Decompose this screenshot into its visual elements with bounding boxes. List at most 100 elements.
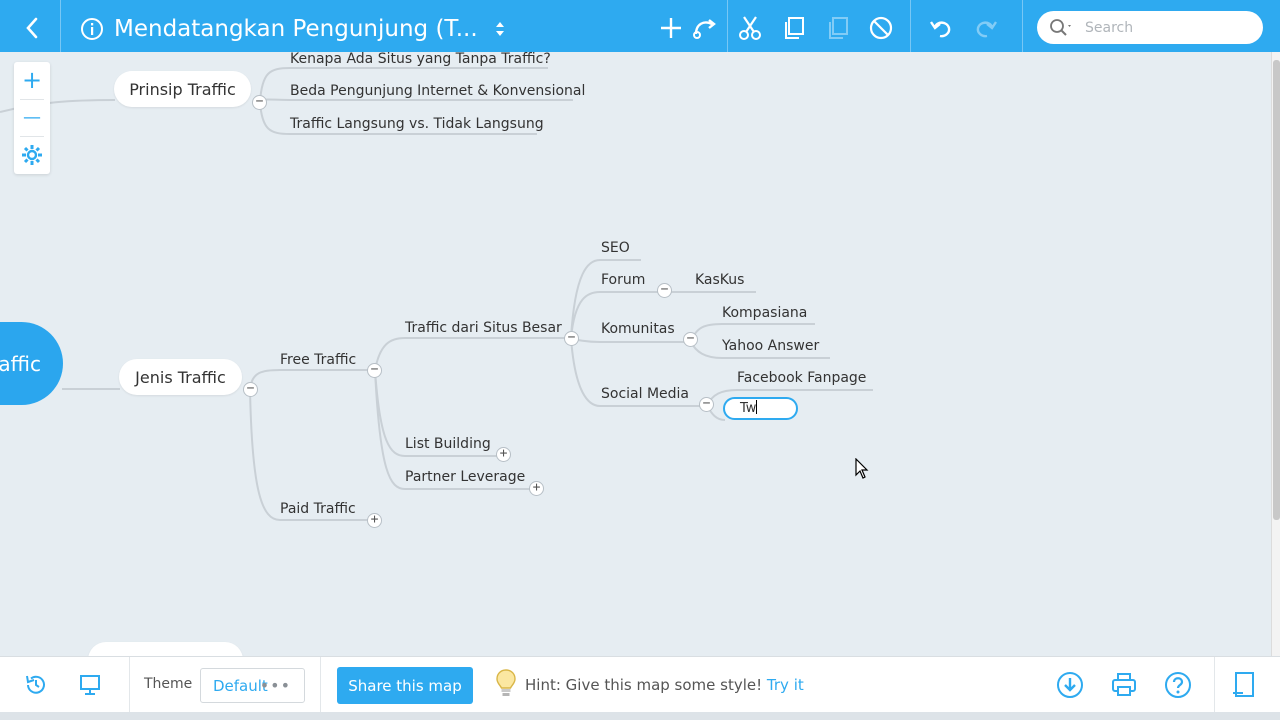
search-icon[interactable] xyxy=(1049,18,1075,38)
panel-icon xyxy=(1233,672,1254,697)
node-beda-pengunjung[interactable]: Beda Pengunjung Internet & Konvensional xyxy=(290,83,585,99)
node-kenapa-ada-situs[interactable]: Kenapa Ada Situs yang Tanpa Traffic? xyxy=(290,52,551,67)
scrollbar-thumb[interactable] xyxy=(1273,60,1280,520)
theme-more-icon[interactable]: ••• xyxy=(260,676,291,695)
add-icon xyxy=(661,18,681,38)
node-edit-text: Tw xyxy=(740,401,757,416)
theme-select[interactable]: Default ••• xyxy=(200,668,305,703)
connect-button[interactable] xyxy=(689,6,721,50)
zoom-out-label: — xyxy=(23,106,41,128)
node-seo[interactable]: SEO xyxy=(601,240,630,256)
hint-try-link[interactable]: Try it xyxy=(767,676,804,694)
node-yahoo-answer[interactable]: Yahoo Answer xyxy=(722,338,819,354)
share-label: Share this map xyxy=(348,676,462,695)
text-caret xyxy=(756,400,758,414)
collapse-toggle[interactable]: − xyxy=(657,283,672,298)
delete-button[interactable] xyxy=(865,6,897,50)
side-panel-button[interactable] xyxy=(1228,669,1260,701)
download-button[interactable] xyxy=(1054,669,1086,701)
toolbar-divider xyxy=(60,0,61,52)
node-jenis-traffic[interactable]: Jenis Traffic xyxy=(119,359,242,395)
node-komunitas[interactable]: Komunitas xyxy=(601,321,675,337)
node-partner-leverage[interactable]: Partner Leverage xyxy=(405,469,525,485)
cut-icon xyxy=(739,16,761,40)
collapse-toggle[interactable]: − xyxy=(367,363,382,378)
print-icon xyxy=(1112,673,1136,696)
os-taskbar xyxy=(0,712,1280,720)
info-icon[interactable] xyxy=(80,17,104,41)
cut-button[interactable] xyxy=(734,6,766,50)
history-icon xyxy=(26,675,45,694)
copy-icon xyxy=(785,17,804,39)
search-input[interactable] xyxy=(1085,19,1245,36)
collapse-toggle[interactable]: − xyxy=(683,332,698,347)
presentation-button[interactable] xyxy=(74,669,106,701)
node-facebook-fanpage[interactable]: Facebook Fanpage xyxy=(737,370,866,386)
expand-toggle[interactable]: + xyxy=(496,447,511,462)
lightbulb-icon xyxy=(496,669,516,696)
node-traffic-langsung[interactable]: Traffic Langsung vs. Tidak Langsung xyxy=(290,116,544,132)
node-free-traffic[interactable]: Free Traffic xyxy=(280,352,356,368)
gear-icon xyxy=(22,145,42,165)
node-list-building[interactable]: List Building xyxy=(405,436,491,452)
node-label: Prinsip Traffic xyxy=(129,79,236,99)
search-box[interactable] xyxy=(1037,11,1263,44)
node-prinsip-traffic[interactable]: Prinsip Traffic xyxy=(114,71,251,107)
paste-button[interactable] xyxy=(822,6,854,50)
add-node-button[interactable] xyxy=(655,6,687,50)
node-kompasiana[interactable]: Kompasiana xyxy=(722,305,807,321)
map-title[interactable]: Mendatangkan Pengunjung (T... xyxy=(114,16,478,42)
collapse-toggle[interactable]: − xyxy=(564,331,579,346)
zoom-in-label: + xyxy=(21,66,43,94)
back-button[interactable] xyxy=(12,6,52,50)
node-edit-input[interactable]: Tw xyxy=(723,397,798,420)
top-toolbar: Mendatangkan Pengunjung (T... xyxy=(0,0,1280,58)
expand-toggle[interactable]: + xyxy=(529,481,544,496)
connector-lines xyxy=(0,67,873,521)
paste-icon xyxy=(829,17,848,39)
mindmap-canvas[interactable]: + — affic Prinsip Traffic − Kenapa Ada S… xyxy=(0,52,1280,656)
undo-button[interactable] xyxy=(925,6,957,50)
sort-updown-icon[interactable] xyxy=(494,19,506,39)
history-button[interactable] xyxy=(20,669,52,701)
help-icon xyxy=(1165,672,1191,698)
zoom-out-button[interactable]: — xyxy=(14,99,50,135)
toolbar-divider xyxy=(910,0,911,52)
help-button[interactable] xyxy=(1162,669,1194,701)
redo-button[interactable] xyxy=(970,6,1002,50)
node-social-media[interactable]: Social Media xyxy=(601,386,689,402)
redo-icon xyxy=(976,21,997,38)
download-icon xyxy=(1057,672,1083,698)
footer-divider xyxy=(1214,657,1215,713)
zoom-in-button[interactable]: + xyxy=(14,62,50,98)
collapse-toggle[interactable]: − xyxy=(252,95,267,110)
node-offscreen[interactable] xyxy=(88,642,243,656)
delete-icon xyxy=(869,16,893,40)
node-forum[interactable]: Forum xyxy=(601,272,645,288)
toolbar-divider xyxy=(727,0,728,52)
collapse-toggle[interactable]: − xyxy=(699,397,714,412)
map-title-area[interactable]: Mendatangkan Pengunjung (T... xyxy=(80,10,506,48)
chevron-left-icon xyxy=(26,17,38,39)
expand-toggle[interactable]: + xyxy=(367,513,382,528)
node-traffic-situs-besar[interactable]: Traffic dari Situs Besar xyxy=(405,320,562,336)
hint-message: Hint: Give this map some style! xyxy=(525,676,763,694)
footer-divider xyxy=(320,657,321,713)
zoom-controls: + — xyxy=(14,62,50,174)
map-settings-button[interactable] xyxy=(14,137,50,173)
vertical-scrollbar[interactable] xyxy=(1271,52,1280,656)
footer-divider xyxy=(129,657,130,713)
toolbar-divider xyxy=(1022,0,1023,52)
presentation-icon xyxy=(80,675,100,695)
theme-label: Theme xyxy=(144,676,193,692)
bottom-toolbar: Theme Default ••• Share this map Hint: G… xyxy=(0,656,1280,713)
undo-icon xyxy=(930,21,951,38)
share-map-button[interactable]: Share this map xyxy=(337,667,473,704)
copy-button[interactable] xyxy=(778,6,810,50)
print-button[interactable] xyxy=(1108,669,1140,701)
collapse-toggle[interactable]: − xyxy=(243,382,258,397)
node-label: Jenis Traffic xyxy=(135,367,226,387)
hint-text: Hint: Give this map some style! Try it xyxy=(525,676,804,694)
node-kaskus[interactable]: KasKus xyxy=(695,272,744,288)
node-paid-traffic[interactable]: Paid Traffic xyxy=(280,501,356,517)
